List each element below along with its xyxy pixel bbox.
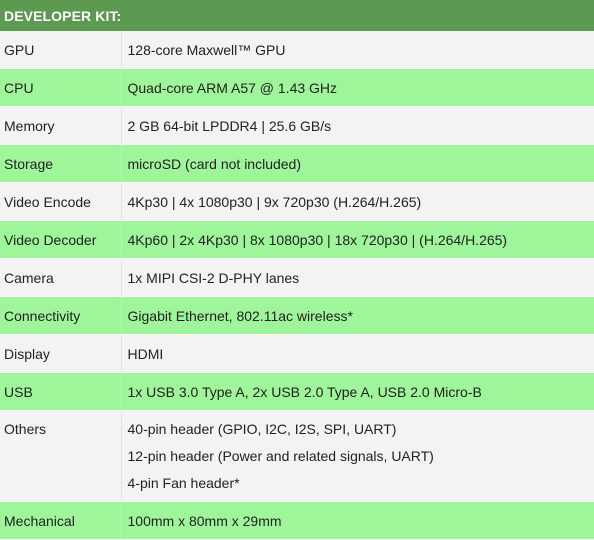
spec-label: Mechanical xyxy=(0,502,121,540)
spec-value: 40-pin header (GPIO, I2C, I2S, SPI, UART… xyxy=(121,411,594,502)
spec-value-lines: 40-pin header (GPIO, I2C, I2S, SPI, UART… xyxy=(128,411,594,501)
spec-label: Display xyxy=(0,335,121,373)
spec-label: Video Decoder xyxy=(0,221,121,259)
table-header: DEVELOPER KIT: xyxy=(0,0,594,31)
spec-label: Others xyxy=(0,411,121,502)
table-header-row: DEVELOPER KIT: xyxy=(0,0,594,31)
spec-value-line: 12-pin header (Power and related signals… xyxy=(128,443,594,470)
spec-table: DEVELOPER KIT: GPU 128-core Maxwell™ GPU… xyxy=(0,0,594,540)
spec-value: 2 GB 64-bit LPDDR4 | 25.6 GB/s xyxy=(121,107,594,145)
spec-row-display: Display HDMI xyxy=(0,335,594,373)
spec-label: USB xyxy=(0,373,121,411)
spec-value: 1x MIPI CSI-2 D-PHY lanes xyxy=(121,259,594,297)
spec-row-usb: USB 1x USB 3.0 Type A, 2x USB 2.0 Type A… xyxy=(0,373,594,411)
spec-row-others: Others 40-pin header (GPIO, I2C, I2S, SP… xyxy=(0,411,594,502)
spec-value: Quad-core ARM A57 @ 1.43 GHz xyxy=(121,69,594,107)
spec-row-camera: Camera 1x MIPI CSI-2 D-PHY lanes xyxy=(0,259,594,297)
spec-value: Gigabit Ethernet, 802.11ac wireless* xyxy=(121,297,594,335)
spec-row-video-decoder: Video Decoder 4Kp60 | 2x 4Kp30 | 8x 1080… xyxy=(0,221,594,259)
spec-label: CPU xyxy=(0,69,121,107)
spec-row-mechanical: Mechanical 100mm x 80mm x 29mm xyxy=(0,502,594,540)
spec-row-storage: Storage microSD (card not included) xyxy=(0,145,594,183)
spec-row-memory: Memory 2 GB 64-bit LPDDR4 | 25.6 GB/s xyxy=(0,107,594,145)
spec-label: Memory xyxy=(0,107,121,145)
spec-row-video-encode: Video Encode 4Kp30 | 4x 1080p30 | 9x 720… xyxy=(0,183,594,221)
spec-row-gpu: GPU 128-core Maxwell™ GPU xyxy=(0,31,594,69)
spec-value: 1x USB 3.0 Type A, 2x USB 2.0 Type A, US… xyxy=(121,373,594,411)
spec-label: Camera xyxy=(0,259,121,297)
spec-row-cpu: CPU Quad-core ARM A57 @ 1.43 GHz xyxy=(0,69,594,107)
spec-value: 4Kp30 | 4x 1080p30 | 9x 720p30 (H.264/H.… xyxy=(121,183,594,221)
spec-value: 100mm x 80mm x 29mm xyxy=(121,502,594,540)
spec-value-line: 4-pin Fan header* xyxy=(128,470,594,497)
spec-value: microSD (card not included) xyxy=(121,145,594,183)
spec-value-line: 40-pin header (GPIO, I2C, I2S, SPI, UART… xyxy=(128,416,594,443)
spec-value: 128-core Maxwell™ GPU xyxy=(121,31,594,69)
spec-label: Video Encode xyxy=(0,183,121,221)
spec-value: 4Kp60 | 2x 4Kp30 | 8x 1080p30 | 18x 720p… xyxy=(121,221,594,259)
spec-value: HDMI xyxy=(121,335,594,373)
spec-row-connectivity: Connectivity Gigabit Ethernet, 802.11ac … xyxy=(0,297,594,335)
spec-label: GPU xyxy=(0,31,121,69)
spec-label: Storage xyxy=(0,145,121,183)
spec-label: Connectivity xyxy=(0,297,121,335)
